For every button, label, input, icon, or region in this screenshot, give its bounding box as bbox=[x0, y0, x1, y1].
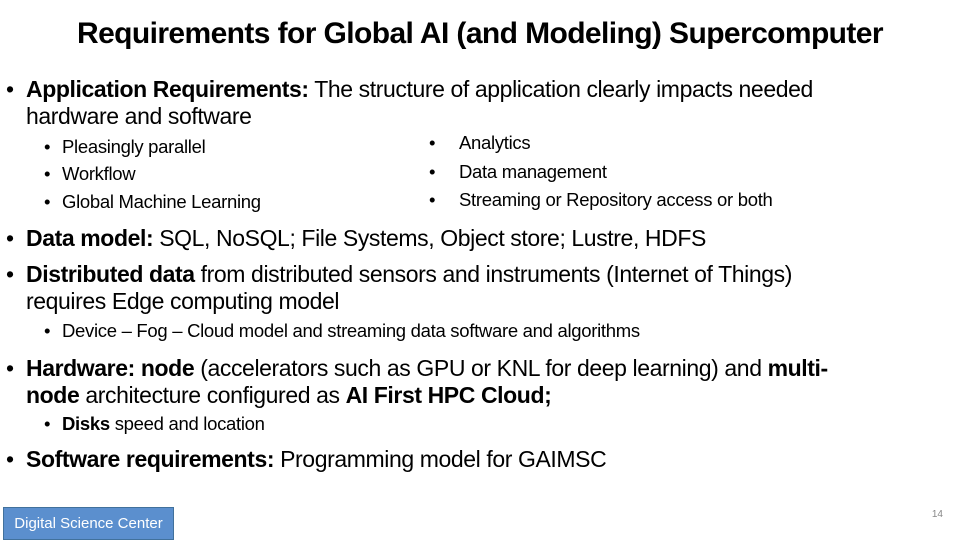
bullet-icon: • bbox=[429, 189, 436, 210]
bullet-icon: • bbox=[6, 225, 14, 251]
list-item: • Streaming or Repository access or both bbox=[429, 186, 773, 214]
bullet-application-requirements: • Application Requirements: The structure… bbox=[6, 76, 813, 129]
bullet-data-model: • Data model: SQL, NoSQL; File Systems, O… bbox=[6, 225, 706, 251]
sub-bullet-disks: • Disks speed and location bbox=[44, 410, 265, 437]
bullet-software: • Software requirements: Programming mode… bbox=[6, 446, 607, 472]
list-item: • Pleasingly parallel bbox=[44, 133, 206, 160]
bullet-icon: • bbox=[44, 136, 51, 157]
bullet-icon: • bbox=[6, 446, 14, 472]
list-item: • Analytics bbox=[429, 129, 531, 157]
page-number: 14 bbox=[931, 509, 943, 520]
bullet-icon: • bbox=[44, 320, 51, 341]
bullet-icon: • bbox=[429, 161, 436, 182]
bullet-distributed-data: • Distributed data from distributed senso… bbox=[6, 261, 793, 314]
sub-bullet-device-fog-cloud: • Device – Fog – Cloud model and streamin… bbox=[44, 317, 640, 344]
list-item: • Workflow bbox=[44, 160, 136, 187]
list-item: • Global Machine Learning bbox=[44, 188, 261, 215]
bullet-icon: • bbox=[6, 76, 14, 102]
bullet-icon: • bbox=[44, 413, 51, 434]
bullet-icon: • bbox=[6, 355, 14, 381]
bullet-hardware: • Hardware: node (accelerators such as GP… bbox=[6, 355, 828, 408]
bullet-icon: • bbox=[44, 163, 51, 184]
list-item: • Data management bbox=[429, 158, 607, 186]
slide-title: Requirements for Global AI (and Modeling… bbox=[77, 17, 884, 50]
bullet-icon: • bbox=[6, 261, 14, 287]
bullet-icon: • bbox=[44, 191, 51, 212]
digital-science-center-badge: Digital Science Center bbox=[3, 507, 174, 540]
bullet-icon: • bbox=[429, 132, 436, 153]
